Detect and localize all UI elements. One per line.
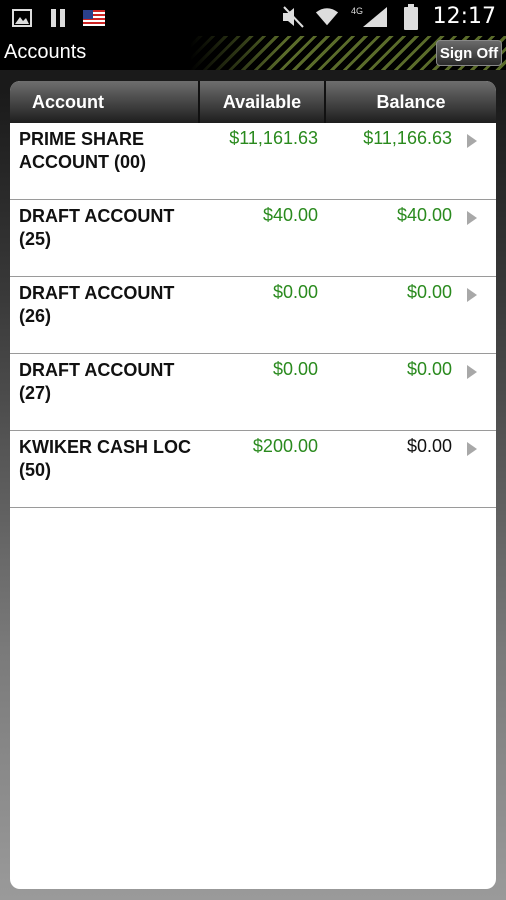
account-row[interactable]: KWIKER CASH LOC (50) $200.00 $0.00 [10, 431, 496, 508]
account-name-line2: (26) [19, 306, 52, 326]
chevron-right-icon [466, 441, 478, 457]
title-bar: Accounts Sign Off [0, 36, 506, 70]
pause-icon [46, 6, 70, 30]
available-amount: $0.00 [272, 359, 318, 379]
available-amount: $40.00 [262, 205, 318, 225]
account-name-line1: KWIKER CASH LOC [19, 437, 191, 457]
chevron-right-icon [466, 364, 478, 380]
account-name-line2: (27) [19, 383, 52, 403]
balance-amount: $0.00 [406, 282, 452, 302]
account-name-line1: DRAFT ACCOUNT [19, 283, 175, 303]
network-type-label: 4G [351, 6, 363, 16]
chevron-right-icon [466, 210, 478, 226]
column-header-balance[interactable]: Balance [326, 81, 496, 123]
account-name-line1: DRAFT ACCOUNT [19, 206, 175, 226]
sign-off-button[interactable]: Sign Off [436, 40, 502, 66]
account-name: DRAFT ACCOUNT (25) [19, 205, 209, 251]
column-header-account[interactable]: Account [10, 81, 200, 123]
chevron-right-icon [466, 287, 478, 303]
page-title: Accounts [4, 41, 87, 63]
us-flag-icon [82, 6, 106, 30]
balance-amount: $0.00 [406, 436, 452, 456]
clock: 12:17 [432, 4, 496, 29]
account-row[interactable]: DRAFT ACCOUNT (27) $0.00 $0.00 [10, 354, 496, 431]
battery-icon [399, 3, 423, 30]
accounts-table: Account Available Balance PRIME SHARE AC… [10, 81, 496, 889]
account-name: DRAFT ACCOUNT (27) [19, 359, 209, 405]
balance-amount: $0.00 [406, 359, 452, 379]
account-list: PRIME SHARE ACCOUNT (00) $11,161.63 $11,… [10, 123, 496, 508]
account-name-line2: (50) [19, 460, 52, 480]
account-name: DRAFT ACCOUNT (26) [19, 282, 209, 328]
wifi-icon [315, 5, 339, 29]
balance-amount: $40.00 [396, 205, 452, 225]
available-amount: $11,161.63 [229, 128, 318, 148]
account-row[interactable]: DRAFT ACCOUNT (26) $0.00 $0.00 [10, 277, 496, 354]
account-name: KWIKER CASH LOC (50) [19, 436, 209, 482]
status-bar: 4G 12:17 [0, 0, 506, 36]
column-header-available[interactable]: Available [200, 81, 326, 123]
table-header: Account Available Balance [10, 81, 496, 123]
account-name-line1: PRIME SHARE [19, 129, 145, 149]
chevron-right-icon [466, 133, 478, 149]
account-row[interactable]: PRIME SHARE ACCOUNT (00) $11,161.63 $11,… [10, 123, 496, 200]
mute-icon [281, 5, 305, 29]
account-row[interactable]: DRAFT ACCOUNT (25) $40.00 $40.00 [10, 200, 496, 277]
account-name-line1: DRAFT ACCOUNT [19, 360, 175, 380]
balance-amount: $11,166.63 [363, 128, 452, 148]
available-amount: $0.00 [272, 282, 318, 302]
account-name-line2: (25) [19, 229, 52, 249]
available-amount: $200.00 [252, 436, 318, 456]
image-icon [10, 6, 34, 30]
account-name-line2: ACCOUNT (00) [19, 152, 147, 172]
signal-icon: 4G [349, 5, 389, 29]
account-name: PRIME SHARE ACCOUNT (00) [19, 128, 209, 174]
